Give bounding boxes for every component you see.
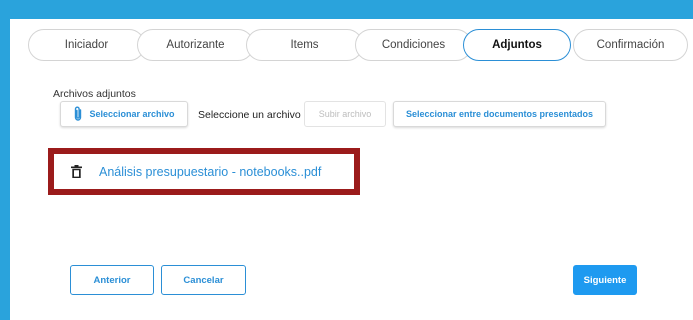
- tab-autorizante[interactable]: Autorizante: [137, 29, 254, 61]
- tab-iniciador[interactable]: Iniciador: [28, 29, 145, 61]
- tab-condiciones[interactable]: Condiciones: [355, 29, 472, 61]
- attachments-label: Archivos adjuntos: [53, 88, 136, 100]
- tab-label: Adjuntos: [492, 39, 542, 51]
- previous-label: Anterior: [93, 274, 131, 286]
- select-presented-documents-button[interactable]: Seleccionar entre documentos presentados: [393, 101, 606, 127]
- trash-icon[interactable]: [71, 165, 82, 178]
- cancel-button[interactable]: Cancelar: [161, 265, 246, 295]
- attached-file-link[interactable]: Análisis presupuestario - notebooks..pdf: [99, 165, 321, 179]
- attached-file-highlight: Análisis presupuestario - notebooks..pdf: [48, 148, 360, 195]
- tab-label: Autorizante: [166, 39, 225, 51]
- select-file-button[interactable]: Seleccionar archivo: [60, 101, 188, 127]
- attached-file-item: Análisis presupuestario - notebooks..pdf: [54, 154, 354, 189]
- wizard-tabs: Iniciador Autorizante Items Condiciones …: [10, 19, 693, 71]
- previous-button[interactable]: Anterior: [70, 265, 154, 295]
- tab-label: Condiciones: [381, 39, 446, 51]
- paperclip-icon: [75, 106, 82, 121]
- cancel-label: Cancelar: [183, 274, 224, 286]
- file-status-text: Seleccione un archivo: [198, 109, 301, 121]
- next-button[interactable]: Siguiente: [573, 265, 637, 295]
- tab-items[interactable]: Items: [246, 29, 363, 61]
- next-label: Siguiente: [583, 274, 627, 286]
- select-file-label: Seleccionar archivo: [89, 109, 175, 119]
- tab-adjuntos[interactable]: Adjuntos: [463, 29, 571, 61]
- upload-file-button[interactable]: Subir archivo: [304, 101, 386, 127]
- tab-confirmacion[interactable]: Confirmación: [573, 29, 688, 61]
- tab-label: Iniciador: [64, 39, 109, 51]
- tab-label: Items: [290, 39, 319, 51]
- upload-file-label: Subir archivo: [318, 109, 372, 119]
- tab-label: Confirmación: [596, 39, 665, 51]
- select-docs-label: Seleccionar entre documentos presentados: [405, 109, 594, 119]
- wizard-panel: Iniciador Autorizante Items Condiciones …: [10, 19, 693, 320]
